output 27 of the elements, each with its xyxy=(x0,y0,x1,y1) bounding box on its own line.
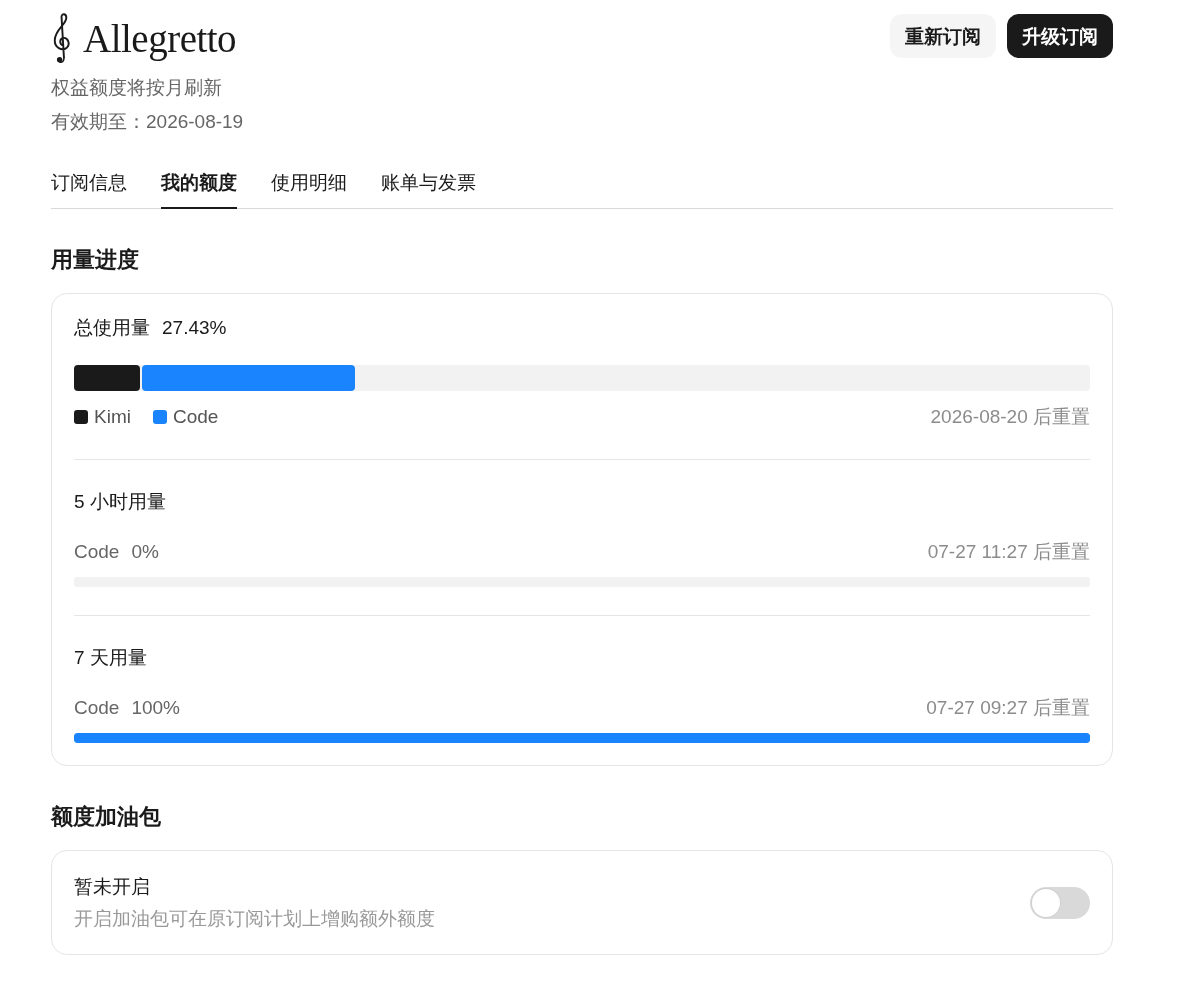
upgrade-button[interactable]: 升级订阅 xyxy=(1007,14,1113,58)
tab[interactable]: 我的额度 xyxy=(161,161,237,209)
usage-label: Code xyxy=(74,696,120,720)
section-heading: 额度加油包 xyxy=(51,803,161,831)
addon-status: 暂未开启 xyxy=(74,875,150,899)
usage-value: 0% xyxy=(131,540,159,564)
tab[interactable]: 订阅信息 xyxy=(51,161,127,209)
usage-window-title: 7 天用量 xyxy=(74,646,147,670)
resubscribe-button[interactable]: 重新订阅 xyxy=(890,14,996,58)
legend-label: Code xyxy=(172,405,219,429)
subscription-note: 有效期至：2026-08-19 xyxy=(51,110,244,134)
total-usage-value: 27.43% xyxy=(162,316,227,340)
reset-time: 2026-08-20 后重置 xyxy=(930,405,1090,429)
toggle-switch[interactable] xyxy=(1030,887,1090,919)
addon-description: 开启加油包可在原订阅计划上增购额外额度 xyxy=(74,907,435,931)
legend-label: Kimi xyxy=(94,405,131,429)
total-usage-label: 总使用量 xyxy=(74,316,150,340)
tab[interactable]: 使用明细 xyxy=(271,161,347,209)
subscription-note: 权益额度将按月刷新 xyxy=(51,76,222,100)
section-heading: 用量进度 xyxy=(51,246,139,274)
treble-clef-icon xyxy=(51,12,73,64)
reset-time: 07-27 09:27 后重置 xyxy=(926,696,1090,720)
usage-value: 100% xyxy=(131,696,181,720)
reset-time: 07-27 11:27 后重置 xyxy=(927,540,1090,564)
tab[interactable]: 账单与发票 xyxy=(381,161,476,209)
usage-label: Code xyxy=(74,540,120,564)
usage-window-title: 5 小时用量 xyxy=(74,490,166,514)
